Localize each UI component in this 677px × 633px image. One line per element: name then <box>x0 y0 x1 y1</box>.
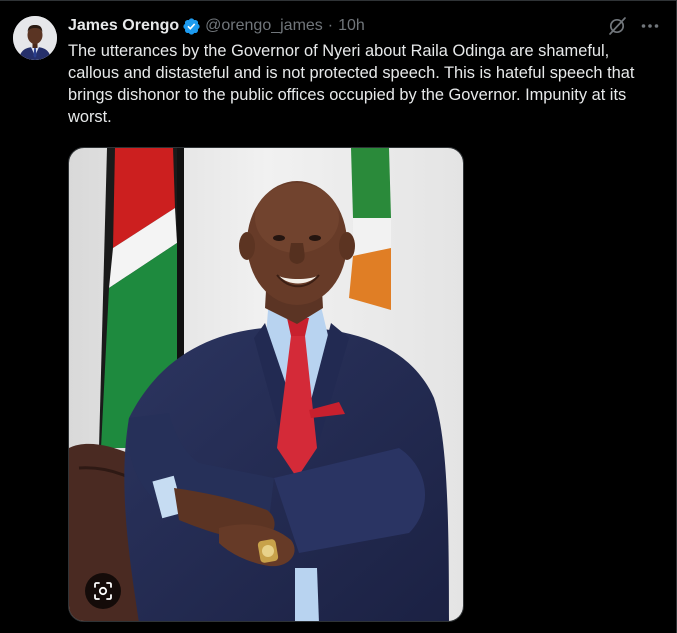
more-icon[interactable] <box>639 15 661 37</box>
tweet[interactable]: James Orengo @orengo_james · 10h The utt… <box>0 0 677 633</box>
verified-badge-icon <box>182 17 201 36</box>
tweet-photo[interactable] <box>68 147 464 622</box>
tweet-text: The utterances by the Governor of Nyeri … <box>68 42 635 126</box>
separator-dot: · <box>327 17 334 34</box>
camera-lens-icon[interactable] <box>85 573 121 609</box>
grok-icon[interactable] <box>606 15 628 37</box>
timestamp[interactable]: 10h <box>338 17 365 35</box>
tweet-header: James Orengo @orengo_james · 10h <box>68 14 365 38</box>
avatar[interactable] <box>13 16 57 60</box>
photo-image <box>69 148 463 621</box>
avatar-image <box>13 16 57 60</box>
handle[interactable]: @orengo_james <box>205 17 323 35</box>
display-name[interactable]: James Orengo <box>68 17 179 35</box>
